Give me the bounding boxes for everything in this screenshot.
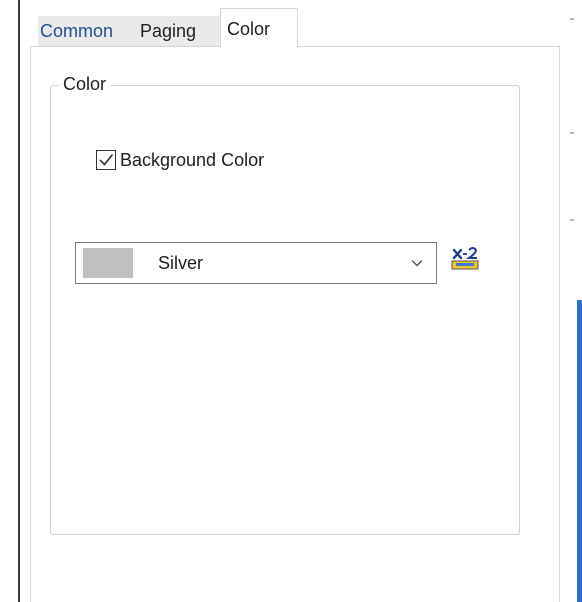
tab-paging[interactable]: Paging [136,16,220,46]
tab-common[interactable]: Common [38,16,136,46]
window-left-border [18,0,20,602]
tab-common-label: Common [40,21,114,41]
right-edge-mark [570,219,574,221]
color-group-title: Color [58,71,112,97]
x2-expression-icon [451,247,479,270]
selected-color-value: Silver [158,253,204,273]
tab-strip: Common Paging Color [30,0,560,48]
tab-color[interactable]: Color [220,8,298,48]
right-edge-mark [570,18,574,20]
right-edge-selection [577,300,582,602]
tab-color-label: Color [227,19,271,39]
background-color-label[interactable]: Background Color [120,147,264,173]
background-color-checkbox[interactable] [96,150,116,170]
checkmark-icon [99,154,114,166]
color-select[interactable]: Silver [75,242,437,284]
chevron-down-icon [411,260,423,267]
expression-button[interactable] [449,243,483,273]
tab-paging-label: Paging [140,21,197,41]
color-swatch [83,248,133,278]
right-edge-mark [570,132,574,134]
